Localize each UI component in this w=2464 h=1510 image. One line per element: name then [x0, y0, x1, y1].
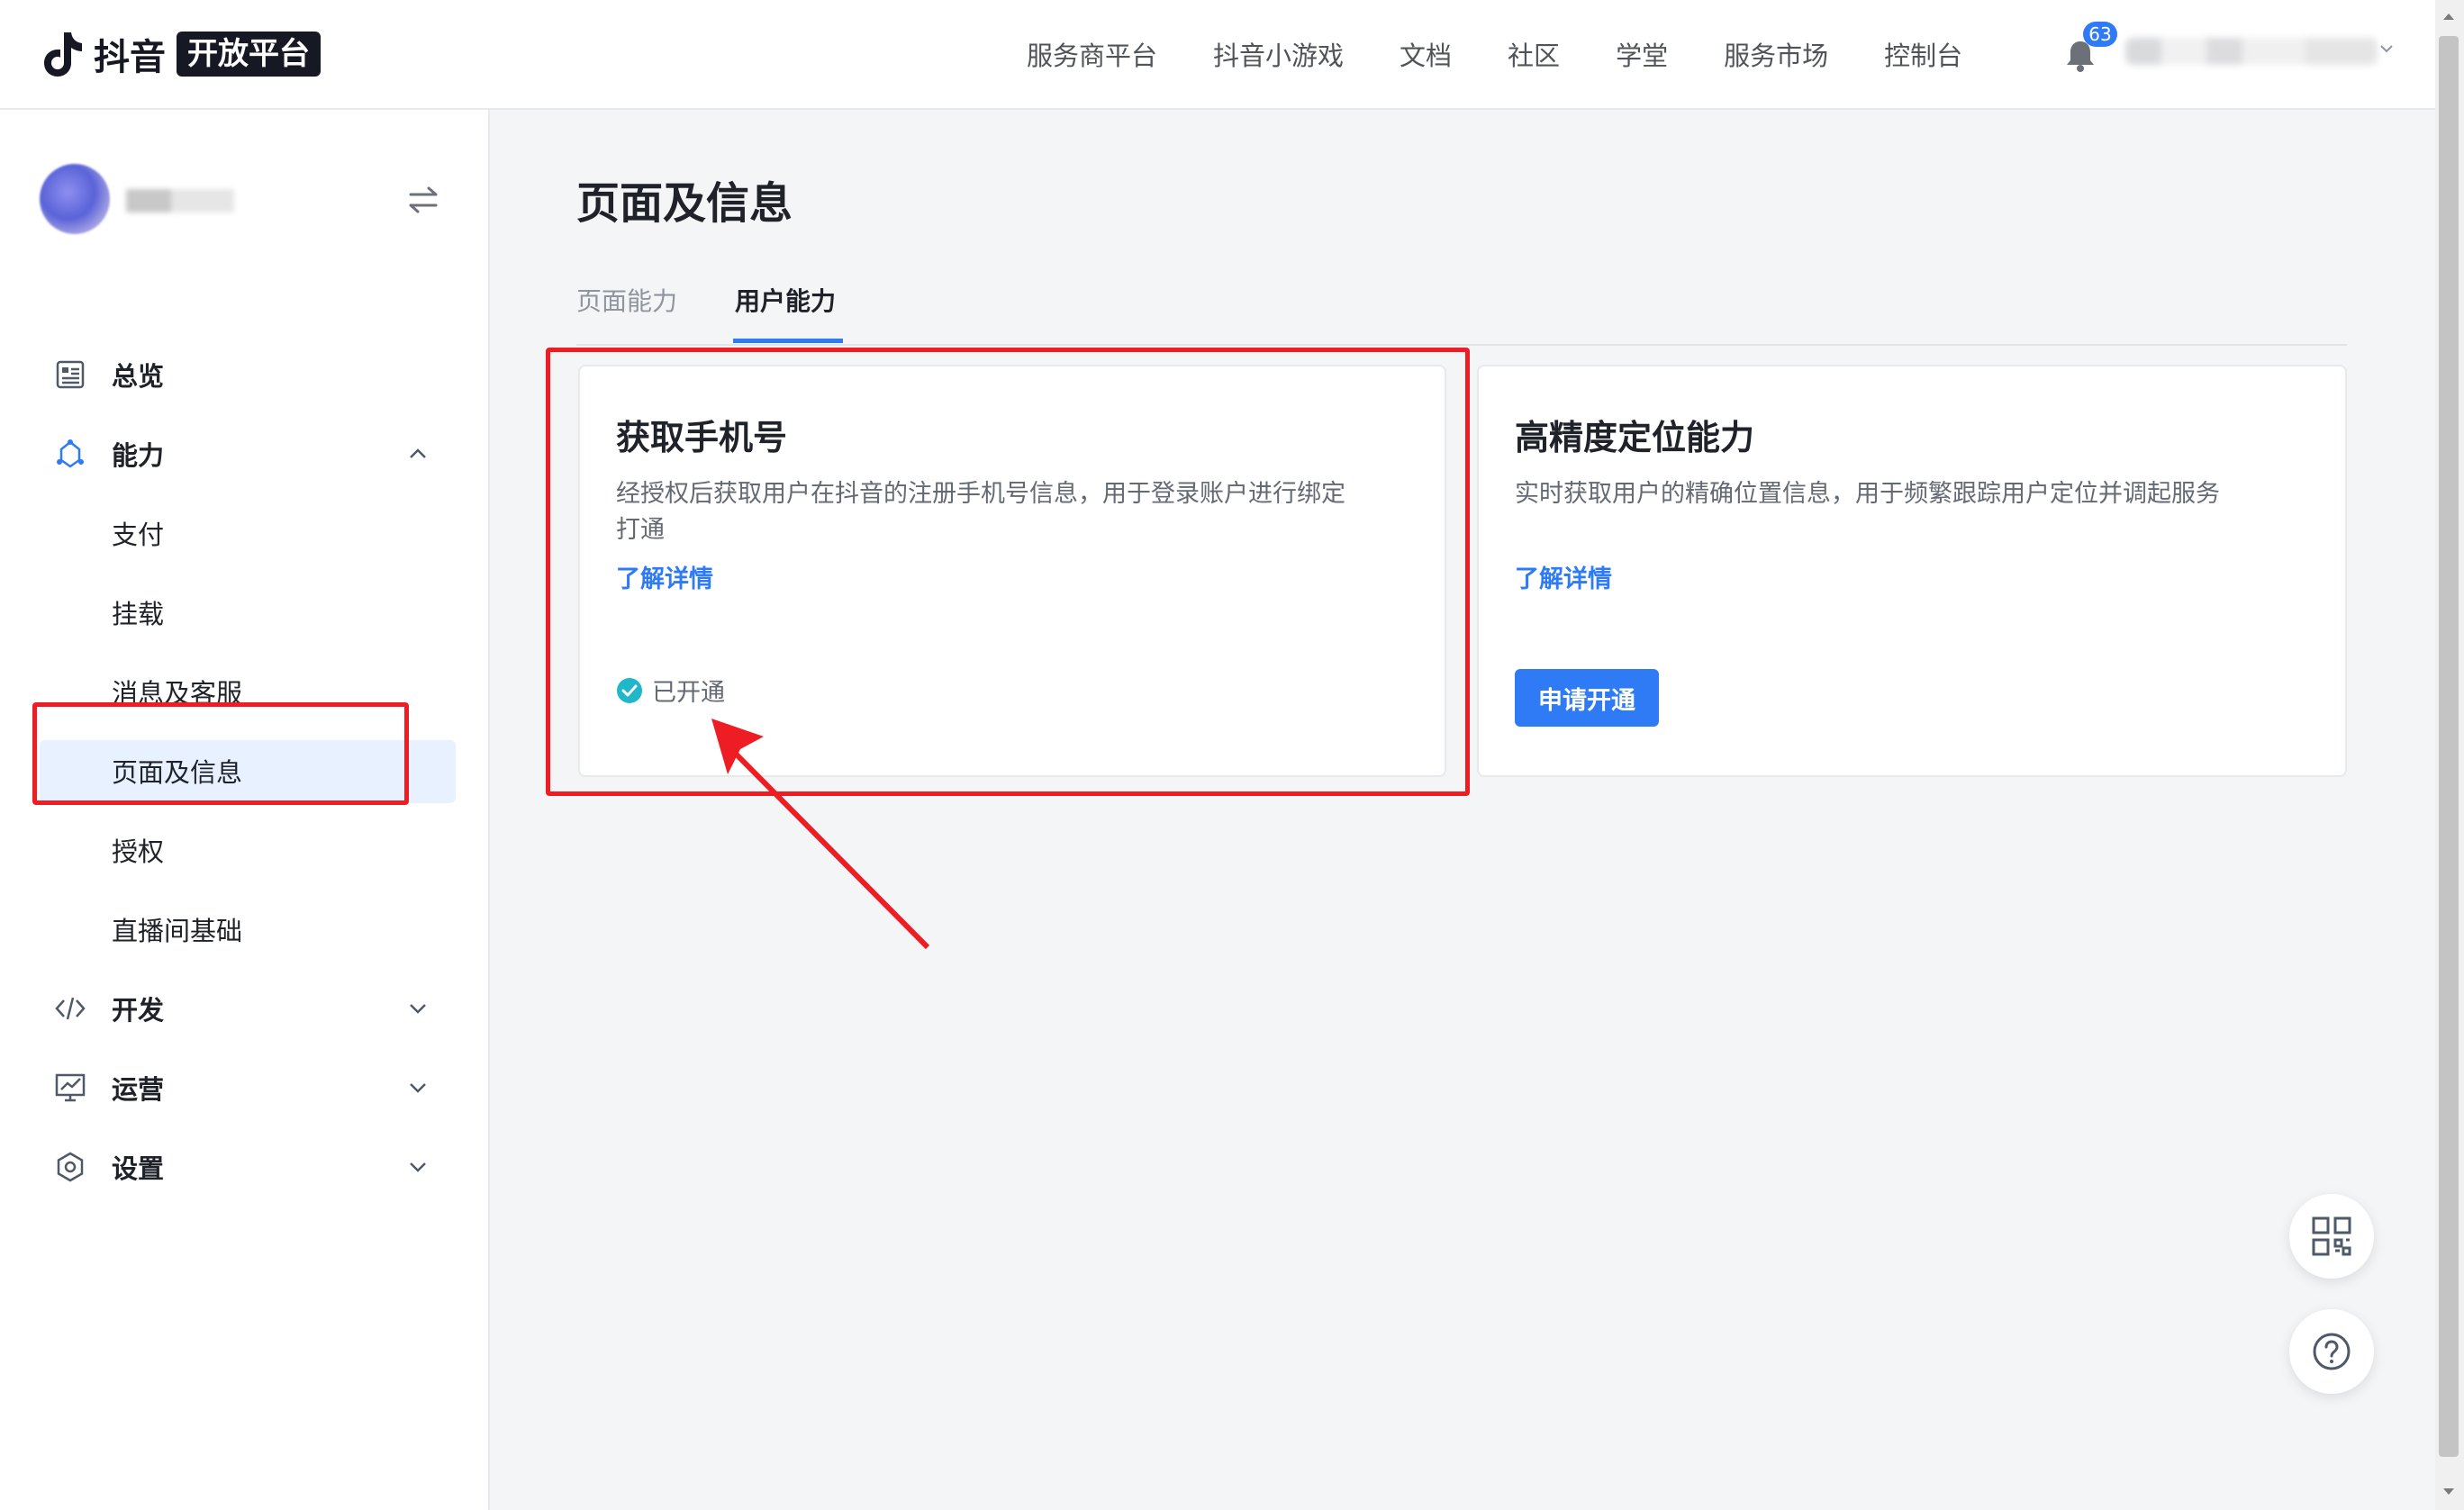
page-title: 页面及信息 [576, 178, 793, 229]
tab-user-capability[interactable]: 用户能力 [735, 279, 836, 344]
chevron-down-icon[interactable] [2378, 40, 2396, 58]
capability-card-precise-location: 高精度定位能力 实时获取用户的精确位置信息，用于频繁跟踪用户定位并调起服务 了解… [1477, 365, 2347, 777]
sidebar-item-overview[interactable]: 总览 [0, 335, 488, 414]
chevron-down-icon[interactable] [405, 1154, 430, 1180]
annotation-arrow-icon [711, 719, 930, 950]
code-icon [55, 997, 86, 1020]
account-name [126, 189, 234, 212]
user-account-name[interactable] [2125, 38, 2378, 65]
nav-item-console[interactable]: 控制台 [1884, 35, 1962, 73]
logo-badge: 开放平台 [177, 32, 321, 77]
scroll-up-arrow-icon[interactable] [2439, 7, 2459, 27]
annotation-highlight-sidebar [32, 702, 409, 805]
sidebar-subitem-label: 支付 [112, 520, 165, 550]
sidebar-item-label: 设置 [112, 1153, 165, 1184]
sidebar-item-settings[interactable]: 设置 [0, 1127, 488, 1207]
sidebar-subitem-label: 挂载 [112, 599, 165, 629]
apply-button[interactable]: 申请开通 [1515, 669, 1659, 727]
nav-item-docs[interactable]: 文档 [1400, 35, 1452, 73]
overview-icon [56, 360, 85, 389]
notification-badge: 63 [2083, 22, 2117, 47]
nav-item-community[interactable]: 社区 [1508, 35, 1560, 73]
qr-code-icon [2312, 1216, 2351, 1256]
tiktok-logo-icon [44, 32, 82, 77]
top-nav: 服务商平台 抖音小游戏 文档 社区 学堂 服务市场 控制台 [1027, 0, 2018, 108]
sidebar-item-operations[interactable]: 运营 [0, 1048, 488, 1127]
settings-icon [57, 1152, 84, 1182]
scrollbar-thumb[interactable] [2439, 36, 2459, 1457]
switch-account-icon[interactable] [405, 184, 441, 216]
sidebar-subitem-payment[interactable]: 支付 [0, 493, 488, 573]
sidebar-subitem-live-room[interactable]: 直播间基础 [0, 890, 488, 969]
logo[interactable]: 抖音 开放平台 [40, 27, 321, 81]
nav-item-mini-games[interactable]: 抖音小游戏 [1213, 35, 1344, 73]
sidebar-item-label: 能力 [112, 440, 165, 471]
sidebar-subitem-authorization[interactable]: 授权 [0, 810, 488, 890]
avatar [40, 164, 110, 234]
help-circle-icon [2313, 1333, 2351, 1370]
sidebar-item-label: 开发 [112, 995, 165, 1026]
sidebar-item-label: 总览 [112, 361, 165, 392]
chevron-down-icon[interactable] [405, 996, 430, 1021]
sidebar-subitem-mount[interactable]: 挂载 [0, 573, 488, 652]
capability-icon [57, 439, 84, 468]
top-header: 抖音 开放平台 服务商平台 抖音小游戏 文档 社区 学堂 服务市场 控制台 63 [0, 0, 2435, 110]
active-tab-indicator [733, 339, 843, 343]
sidebar-item-capability[interactable]: 能力 [0, 414, 488, 493]
sidebar-subitem-label: 授权 [112, 836, 165, 867]
card-title: 高精度定位能力 [1515, 418, 1755, 457]
tab-bar: 页面能力 用户能力 [576, 279, 2347, 346]
nav-item-service-market[interactable]: 服务市场 [1724, 35, 1828, 73]
help-button[interactable] [2289, 1309, 2374, 1394]
account-switcher[interactable] [40, 164, 445, 245]
logo-text: 抖音 [94, 37, 166, 78]
sidebar: 总览 能力 支付 挂载 消息及客服 页面及信息 授权 直播间基础 开发 运营 设… [0, 110, 490, 1510]
operations-icon [55, 1073, 86, 1102]
sidebar-item-label: 运营 [112, 1074, 165, 1105]
tab-page-capability[interactable]: 页面能力 [576, 279, 677, 344]
qr-code-button[interactable] [2289, 1194, 2374, 1279]
chevron-down-icon[interactable] [405, 1075, 430, 1100]
card-description: 实时获取用户的精确位置信息，用于频繁跟踪用户定位并调起服务 [1515, 480, 2220, 508]
nav-item-academy[interactable]: 学堂 [1616, 35, 1668, 73]
sidebar-subitem-label: 直播间基础 [112, 916, 243, 946]
sidebar-item-develop[interactable]: 开发 [0, 969, 488, 1048]
scroll-down-arrow-icon[interactable] [2439, 1481, 2459, 1501]
chevron-up-icon[interactable] [405, 441, 430, 466]
nav-item-service-provider[interactable]: 服务商平台 [1027, 35, 1157, 73]
learn-more-link[interactable]: 了解详情 [1515, 559, 1612, 594]
